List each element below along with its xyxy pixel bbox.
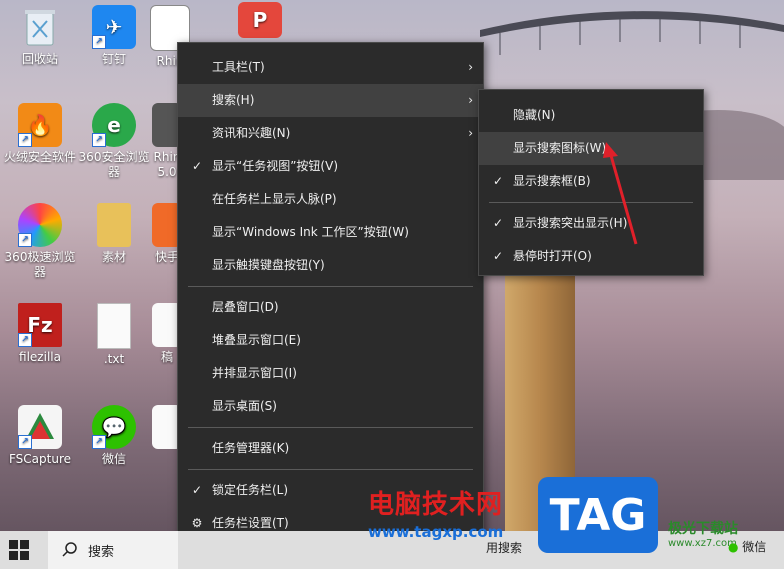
fscapture-icon: ↗ xyxy=(18,405,62,449)
icon-label: 钉钉 xyxy=(101,52,126,66)
icon-label: .txt xyxy=(103,352,125,366)
check-icon: ✓ xyxy=(492,249,504,263)
red-arrow-annotation xyxy=(603,142,638,245)
desktop-icon-recycle-bin[interactable]: 回收站 xyxy=(0,5,80,67)
submenu-item-hidden[interactable]: 隐藏(N) xyxy=(479,99,703,132)
search-label: 搜索 xyxy=(88,545,115,560)
360-browser-icon: e ↗ xyxy=(92,103,136,147)
menu-item-toolbars[interactable]: 工具栏(T) › xyxy=(178,51,483,84)
icon-label: 360安全浏览器 xyxy=(78,150,150,179)
menu-item-show-people[interactable]: 在任务栏上显示人脉(P) xyxy=(178,183,483,216)
icon-label: 火绒安全软件 xyxy=(3,150,76,164)
submenu-item-show-search-box[interactable]: ✓ 显示搜索框(B) xyxy=(479,165,703,198)
menu-item-label: 搜索(H) xyxy=(212,93,255,107)
desktop-icon-huorong[interactable]: 🔥 ↗ 火绒安全软件 xyxy=(0,103,80,165)
dingtalk-icon: ✈ ↗ xyxy=(92,5,136,49)
desktop-icon-wps[interactable]: P xyxy=(238,2,282,41)
menu-item-label: 资讯和兴趣(N) xyxy=(212,126,291,140)
menu-item-label: 显示触摸键盘按钮(Y) xyxy=(212,258,325,272)
icon-label: 360极速浏览器 xyxy=(4,250,76,279)
menu-item-side-by-side[interactable]: 并排显示窗口(I) xyxy=(178,357,483,390)
filezilla-icon: Fz ↗ xyxy=(18,303,62,347)
check-icon: ✓ xyxy=(492,174,504,188)
menu-item-label: 显示“Windows Ink 工作区”按钮(W) xyxy=(212,225,409,239)
menu-item-label: 层叠窗口(D) xyxy=(212,300,279,314)
desktop-icon-360-speed[interactable]: ↗ 360极速浏览器 xyxy=(0,203,80,280)
menu-item-label: 显示搜索框(B) xyxy=(513,174,591,188)
check-icon: ✓ xyxy=(191,483,203,497)
huorong-icon: 🔥 ↗ xyxy=(18,103,62,147)
taskbar-context-menu: 工具栏(T) › 搜索(H) › 资讯和兴趣(N) › ✓ 显示“任务视图”按钮(V) … xyxy=(177,42,484,556)
desktop-icon-filezilla[interactable]: Fz ↗ filezilla xyxy=(0,303,80,365)
menu-item-label: 悬停时打开(O) xyxy=(513,249,592,263)
menu-item-label: 并排显示窗口(I) xyxy=(212,366,297,380)
wechat-icon: ● xyxy=(728,540,743,554)
watermark-tag-logo: TAG xyxy=(538,477,658,553)
submenu-item-show-search-icon[interactable]: 显示搜索图标(W) xyxy=(479,132,703,165)
desktop-icon-wechat[interactable]: 💬 ↗ 微信 xyxy=(74,405,154,467)
check-icon: ✓ xyxy=(191,159,203,173)
taskbar-search-box[interactable]: 搜索 xyxy=(48,531,178,569)
desktop-icon-fscapture[interactable]: ↗ FSCapture xyxy=(0,405,80,467)
menu-item-label: 隐藏(N) xyxy=(513,108,556,122)
txt-file-icon xyxy=(97,303,131,349)
recycle-bin-icon xyxy=(18,5,62,49)
watermark-right-text: 极光下载站 xyxy=(668,521,738,537)
watermark-logo-text: TAG xyxy=(549,489,647,541)
menu-item-label: 显示搜索图标(W) xyxy=(513,141,607,155)
icon-label: filezilla xyxy=(19,350,61,364)
menu-item-label: 任务管理器(K) xyxy=(212,441,290,455)
taskbar-item-label: 微信 xyxy=(742,540,767,554)
desktop-icon-dingtalk[interactable]: ✈ ↗ 钉钉 xyxy=(74,5,154,67)
menu-item-label: 锁定任务栏(L) xyxy=(212,483,289,497)
menu-item-show-desktop[interactable]: 显示桌面(S) xyxy=(178,390,483,423)
chevron-right-icon: › xyxy=(468,126,473,140)
taskbar-item-search[interactable]: 用搜索 xyxy=(486,539,522,556)
desktop-icon-folder[interactable]: 素材 xyxy=(74,203,154,265)
wps-pdf-icon: P xyxy=(238,2,282,38)
menu-item-label: 显示“任务视图”按钮(V) xyxy=(212,159,339,173)
menu-separator xyxy=(188,469,473,470)
check-icon: ✓ xyxy=(492,216,504,230)
icon-label: 回收站 xyxy=(21,52,58,66)
menu-separator xyxy=(188,427,473,428)
360-speed-browser-icon: ↗ xyxy=(18,203,62,247)
watermark-site: 电脑技术网 www.tagxp.com xyxy=(368,484,503,541)
icon-label: 微信 xyxy=(101,452,126,466)
menu-separator xyxy=(489,202,693,203)
menu-item-task-manager[interactable]: 任务管理器(K) xyxy=(178,432,483,465)
menu-item-label: 工具栏(T) xyxy=(212,60,265,74)
chevron-right-icon: › xyxy=(468,60,473,74)
watermark-site-name: 电脑技术网 xyxy=(368,490,504,520)
taskbar-item-wechat[interactable]: ● 微信 xyxy=(728,538,766,555)
menu-item-label: 在任务栏上显示人脉(P) xyxy=(212,192,337,206)
folder-icon xyxy=(97,203,131,247)
menu-item-news-interests[interactable]: 资讯和兴趣(N) › xyxy=(178,117,483,150)
submenu-item-search-highlights[interactable]: ✓ 显示搜索突出显示(H) xyxy=(479,207,703,240)
menu-separator xyxy=(188,286,473,287)
menu-item-touch-keyboard[interactable]: 显示触摸键盘按钮(Y) xyxy=(178,249,483,282)
menu-item-label: 显示桌面(S) xyxy=(212,399,277,413)
chevron-right-icon: › xyxy=(468,93,473,107)
submenu-item-open-on-hover[interactable]: ✓ 悬停时打开(O) xyxy=(479,240,703,273)
desktop-icon-txt[interactable]: .txt xyxy=(74,303,154,367)
menu-item-stack[interactable]: 堆叠显示窗口(E) xyxy=(178,324,483,357)
menu-item-search[interactable]: 搜索(H) › xyxy=(178,84,483,117)
windows-start-icon[interactable] xyxy=(8,539,30,561)
watermark-url: www.tagxp.com xyxy=(368,523,504,541)
bridge-silhouette xyxy=(480,11,784,55)
menu-item-task-view-button[interactable]: ✓ 显示“任务视图”按钮(V) xyxy=(178,150,483,183)
menu-item-cascade[interactable]: 层叠窗口(D) xyxy=(178,291,483,324)
icon-label: FSCapture xyxy=(8,452,72,466)
menu-item-label: 任务栏设置(T) xyxy=(212,516,289,530)
menu-item-label: 堆叠显示窗口(E) xyxy=(212,333,301,347)
desktop-icon-360-browser[interactable]: e ↗ 360安全浏览器 xyxy=(74,103,154,180)
search-icon xyxy=(62,542,77,557)
search-submenu: 隐藏(N) 显示搜索图标(W) ✓ 显示搜索框(B) ✓ 显示搜索突出显示(H) ✓… xyxy=(478,89,704,276)
wechat-icon: 💬 ↗ xyxy=(92,405,136,449)
menu-item-windows-ink[interactable]: 显示“Windows Ink 工作区”按钮(W) xyxy=(178,216,483,249)
icon-label: 素材 xyxy=(101,250,126,264)
